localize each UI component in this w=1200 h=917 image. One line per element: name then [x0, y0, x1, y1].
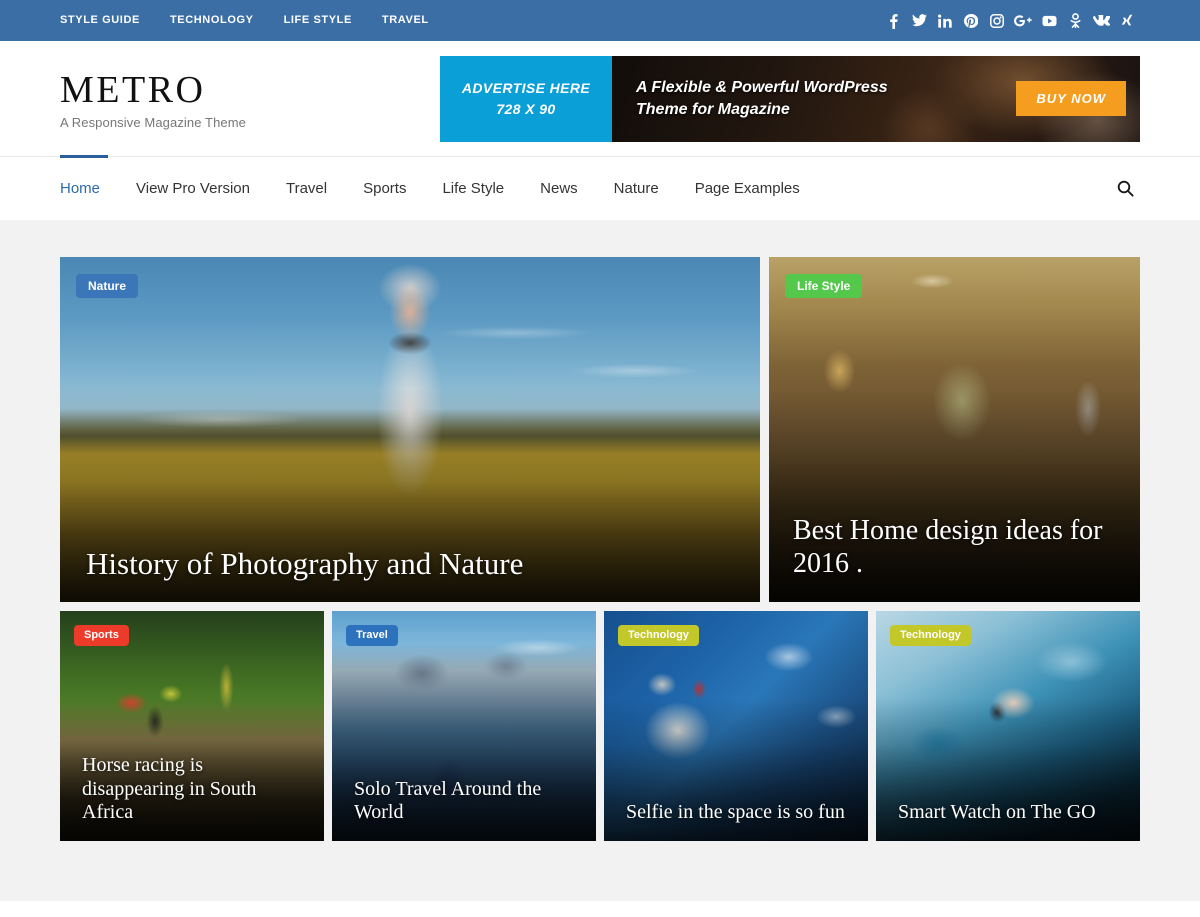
card-title[interactable]: Smart Watch on The GO: [898, 801, 1118, 825]
twitter-icon[interactable]: [906, 0, 932, 41]
card-title[interactable]: History of Photography and Nature: [86, 546, 734, 583]
odnoklassniki-icon[interactable]: [1062, 0, 1088, 41]
search-icon[interactable]: [1111, 174, 1140, 203]
main-navigation-bar: Home View Pro Version Travel Sports Life…: [0, 156, 1200, 220]
ad-placeholder-line2: 728 X 90: [496, 101, 555, 117]
linkedin-icon[interactable]: [932, 0, 958, 41]
card-title[interactable]: Selfie in the space is so fun: [626, 801, 846, 825]
featured-bottom-row: Sports Horse racing is disappearing in S…: [60, 611, 1140, 841]
nav-item-nature[interactable]: Nature: [596, 157, 677, 220]
featured-card-horse-racing[interactable]: Sports Horse racing is disappearing in S…: [60, 611, 324, 841]
social-links: [880, 0, 1140, 41]
vk-icon[interactable]: [1088, 0, 1114, 41]
card-title[interactable]: Solo Travel Around the World: [354, 778, 574, 825]
instagram-icon[interactable]: [984, 0, 1010, 41]
featured-card-home-design[interactable]: Life Style Best Home design ideas for 20…: [769, 257, 1140, 602]
nav-item-home[interactable]: Home: [60, 157, 118, 220]
site-tagline: A Responsive Magazine Theme: [60, 115, 246, 130]
nav-item-view-pro-version[interactable]: View Pro Version: [118, 157, 268, 220]
facebook-icon[interactable]: [880, 0, 906, 41]
nav-item-travel[interactable]: Travel: [268, 157, 345, 220]
pinterest-icon[interactable]: [958, 0, 984, 41]
footer-area: [0, 901, 1200, 917]
buy-now-button[interactable]: BUY NOW: [1016, 81, 1126, 116]
category-badge-sports[interactable]: Sports: [74, 625, 129, 646]
topbar-item-style-guide[interactable]: STYLE GUIDE: [60, 0, 155, 41]
featured-card-solo-travel[interactable]: Travel Solo Travel Around the World: [332, 611, 596, 841]
top-bar: STYLE GUIDE TECHNOLOGY LIFE STYLE TRAVEL: [0, 0, 1200, 41]
site-title: METRO: [60, 71, 246, 111]
category-badge-life-style[interactable]: Life Style: [785, 274, 862, 298]
category-badge-travel[interactable]: Travel: [346, 625, 398, 646]
card-title[interactable]: Best Home design ideas for 2016 .: [793, 514, 1116, 580]
category-badge-nature[interactable]: Nature: [76, 274, 138, 298]
topbar-item-life-style[interactable]: LIFE STYLE: [269, 0, 367, 41]
card-title[interactable]: Horse racing is disappearing in South Af…: [82, 754, 302, 825]
ad-copy-text: A Flexible & Powerful WordPress Theme fo…: [636, 77, 936, 119]
nav-item-sports[interactable]: Sports: [345, 157, 424, 220]
topbar-item-technology[interactable]: TECHNOLOGY: [155, 0, 269, 41]
category-badge-technology[interactable]: Technology: [890, 625, 971, 646]
ad-creative: A Flexible & Powerful WordPress Theme fo…: [612, 56, 1140, 142]
category-badge-technology[interactable]: Technology: [618, 625, 699, 646]
featured-grid: Nature History of Photography and Nature…: [60, 257, 1140, 841]
ad-placeholder-line1: ADVERTISE HERE: [462, 80, 590, 96]
youtube-icon[interactable]: [1036, 0, 1062, 41]
xing-icon[interactable]: [1114, 0, 1140, 41]
main-navigation: Home View Pro Version Travel Sports Life…: [60, 157, 1140, 220]
nav-item-page-examples[interactable]: Page Examples: [677, 157, 818, 220]
ad-placeholder-left: ADVERTISE HERE 728 X 90: [440, 56, 612, 142]
top-bar-nav: STYLE GUIDE TECHNOLOGY LIFE STYLE TRAVEL: [60, 0, 444, 41]
featured-top-row: Nature History of Photography and Nature…: [60, 257, 1140, 602]
brand[interactable]: METRO A Responsive Magazine Theme: [60, 67, 246, 130]
featured-content-area: Nature History of Photography and Nature…: [0, 220, 1200, 901]
site-header: METRO A Responsive Magazine Theme ADVERT…: [0, 41, 1200, 156]
nav-item-news[interactable]: News: [522, 157, 596, 220]
advertisement-banner[interactable]: ADVERTISE HERE 728 X 90 A Flexible & Pow…: [440, 56, 1140, 142]
featured-card-smart-watch[interactable]: Technology Smart Watch on The GO: [876, 611, 1140, 841]
main-navigation-items: Home View Pro Version Travel Sports Life…: [60, 157, 818, 220]
topbar-item-travel[interactable]: TRAVEL: [367, 0, 444, 41]
featured-card-space-selfie[interactable]: Technology Selfie in the space is so fun: [604, 611, 868, 841]
nav-item-life-style[interactable]: Life Style: [424, 157, 522, 220]
featured-card-photography[interactable]: Nature History of Photography and Nature: [60, 257, 760, 602]
google-plus-icon[interactable]: [1010, 0, 1036, 41]
